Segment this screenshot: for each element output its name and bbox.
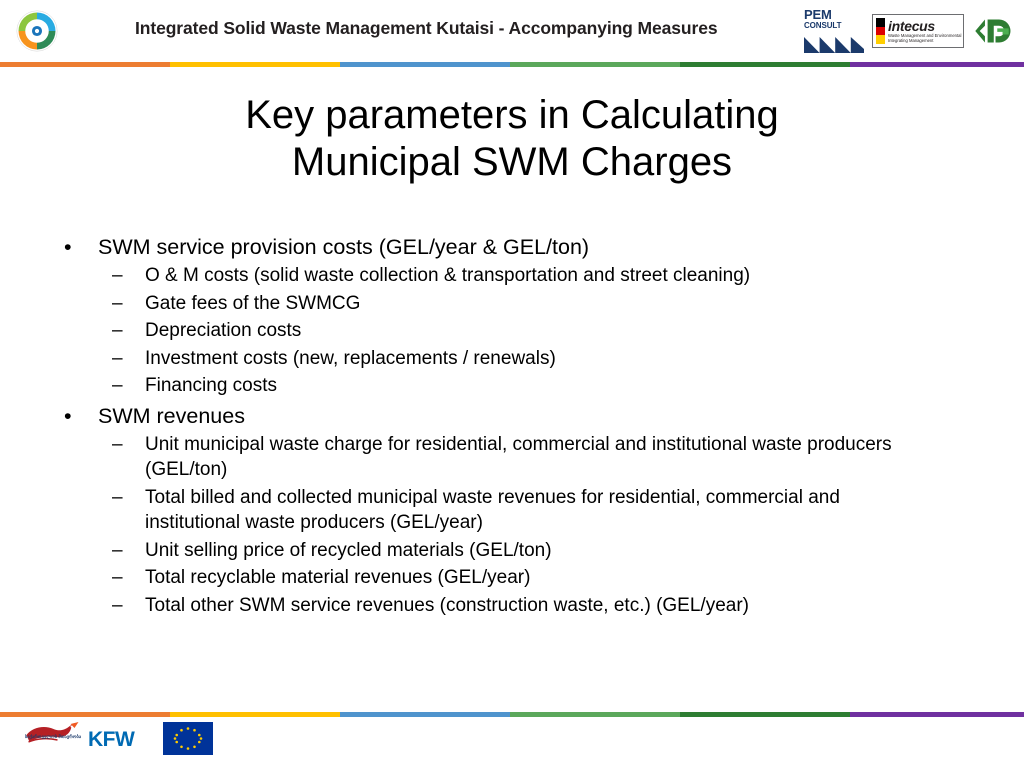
list-item: – Total recyclable material revenues (GE… bbox=[40, 565, 990, 591]
bullet-text: Total recyclable material revenues (GEL/… bbox=[145, 567, 531, 588]
bullet-marker: – bbox=[112, 567, 123, 588]
bullet-text: Depreciation costs bbox=[145, 320, 302, 341]
list-item: – Total other SWM service revenues (cons… bbox=[40, 593, 990, 619]
bullet-marker: – bbox=[112, 375, 123, 396]
colorbar-seg-1 bbox=[0, 712, 170, 717]
intecus-logo: intecus Waste Management and Environment… bbox=[872, 14, 964, 48]
list-item: • SWM revenues bbox=[40, 401, 990, 431]
european-union-flag-icon bbox=[163, 722, 213, 755]
bullet-text: Investment costs (new, replacements / re… bbox=[145, 347, 556, 369]
bullet-marker: – bbox=[112, 265, 123, 286]
list-item: – O & M costs (solid waste collection & … bbox=[40, 263, 990, 289]
bullet-marker: – bbox=[112, 320, 123, 341]
bullet-marker: – bbox=[112, 433, 123, 455]
german-flag-icon bbox=[876, 18, 885, 44]
bullet-marker: • bbox=[64, 403, 72, 428]
page-title-line-2: Municipal SWM Charges bbox=[291, 140, 733, 184]
pem-consult-logo: PEM CONSULT bbox=[804, 7, 866, 53]
colorbar-seg-2 bbox=[169, 62, 340, 67]
colorbar-seg-4 bbox=[509, 712, 680, 717]
bullet-marker: – bbox=[112, 486, 123, 508]
bullet-marker: • bbox=[64, 235, 72, 259]
colorbar-seg-6 bbox=[849, 712, 1024, 717]
kfw-logo: KFW bbox=[88, 728, 135, 751]
pem-logo-sub: CONSULT bbox=[804, 21, 842, 30]
bullet-text: Financing costs bbox=[145, 375, 278, 396]
organization-logo-icon bbox=[16, 10, 58, 52]
colorbar-seg-1 bbox=[0, 62, 170, 67]
bullet-text: O & M costs (solid waste collection & tr… bbox=[145, 265, 751, 286]
bullet-text: SWM service provision costs (GEL/year & … bbox=[98, 235, 590, 259]
list-item: – Unit municipal waste charge for reside… bbox=[40, 432, 990, 483]
colorbar-seg-5 bbox=[679, 712, 850, 717]
colorbar-seg-3 bbox=[339, 712, 510, 717]
list-item: • SWM service provision costs (GEL/year … bbox=[40, 232, 990, 262]
colorbar-seg-6 bbox=[849, 62, 1024, 67]
bullet-text: SWM revenues bbox=[98, 403, 245, 428]
bullet-marker: – bbox=[112, 292, 123, 314]
colorbar-seg-3 bbox=[339, 62, 510, 67]
pem-logo-name: PEM bbox=[804, 7, 832, 22]
bullet-marker: – bbox=[112, 539, 123, 561]
list-item: – Financing costs bbox=[40, 373, 990, 399]
bullet-marker: – bbox=[112, 594, 123, 616]
bullet-marker: – bbox=[112, 347, 123, 369]
georgia-government-label: საქართველოს მთავრობა bbox=[24, 734, 82, 739]
bullet-text: Unit selling price of recycled materials… bbox=[145, 539, 552, 561]
list-item: – Total billed and collected municipal w… bbox=[40, 485, 990, 536]
intecus-logo-sub: Waste Management and Environmental Integ… bbox=[888, 32, 962, 43]
list-item: – Unit selling price of recycled materia… bbox=[40, 538, 990, 564]
bullet-text: Gate fees of the SWMCG bbox=[145, 292, 361, 314]
list-item: – Investment costs (new, replacements / … bbox=[40, 346, 990, 372]
colorbar-seg-2 bbox=[169, 712, 340, 717]
top-colorbar bbox=[0, 62, 1024, 67]
page-title-line-1: Key parameters in Calculating bbox=[245, 93, 779, 137]
slide-body: • SWM service provision costs (GEL/year … bbox=[40, 232, 990, 620]
cg-logo-icon bbox=[975, 19, 1011, 43]
bullet-text: Total billed and collected municipal was… bbox=[145, 486, 840, 534]
partner-logos: PEM CONSULT intecus Waste Management and… bbox=[804, 7, 1014, 53]
slide-header: Integrated Solid Waste Management Kutais… bbox=[0, 0, 1024, 62]
list-item: – Depreciation costs bbox=[40, 318, 990, 344]
bottom-colorbar bbox=[0, 712, 1024, 717]
header-title: Integrated Solid Waste Management Kutais… bbox=[135, 18, 718, 38]
slide-footer: საქართველოს მთავრობა KFW bbox=[0, 718, 1024, 760]
intecus-logo-name: intecus bbox=[888, 17, 935, 34]
colorbar-seg-4 bbox=[509, 62, 680, 67]
page-title: Key parameters in Calculating Municipal … bbox=[60, 92, 964, 186]
bullet-text: Unit municipal waste charge for resident… bbox=[145, 433, 892, 481]
pem-logo-graphic bbox=[804, 37, 864, 53]
list-item: – Gate fees of the SWMCG bbox=[40, 291, 990, 317]
bullet-text: Total other SWM service revenues (constr… bbox=[145, 594, 749, 616]
colorbar-seg-5 bbox=[679, 62, 850, 67]
